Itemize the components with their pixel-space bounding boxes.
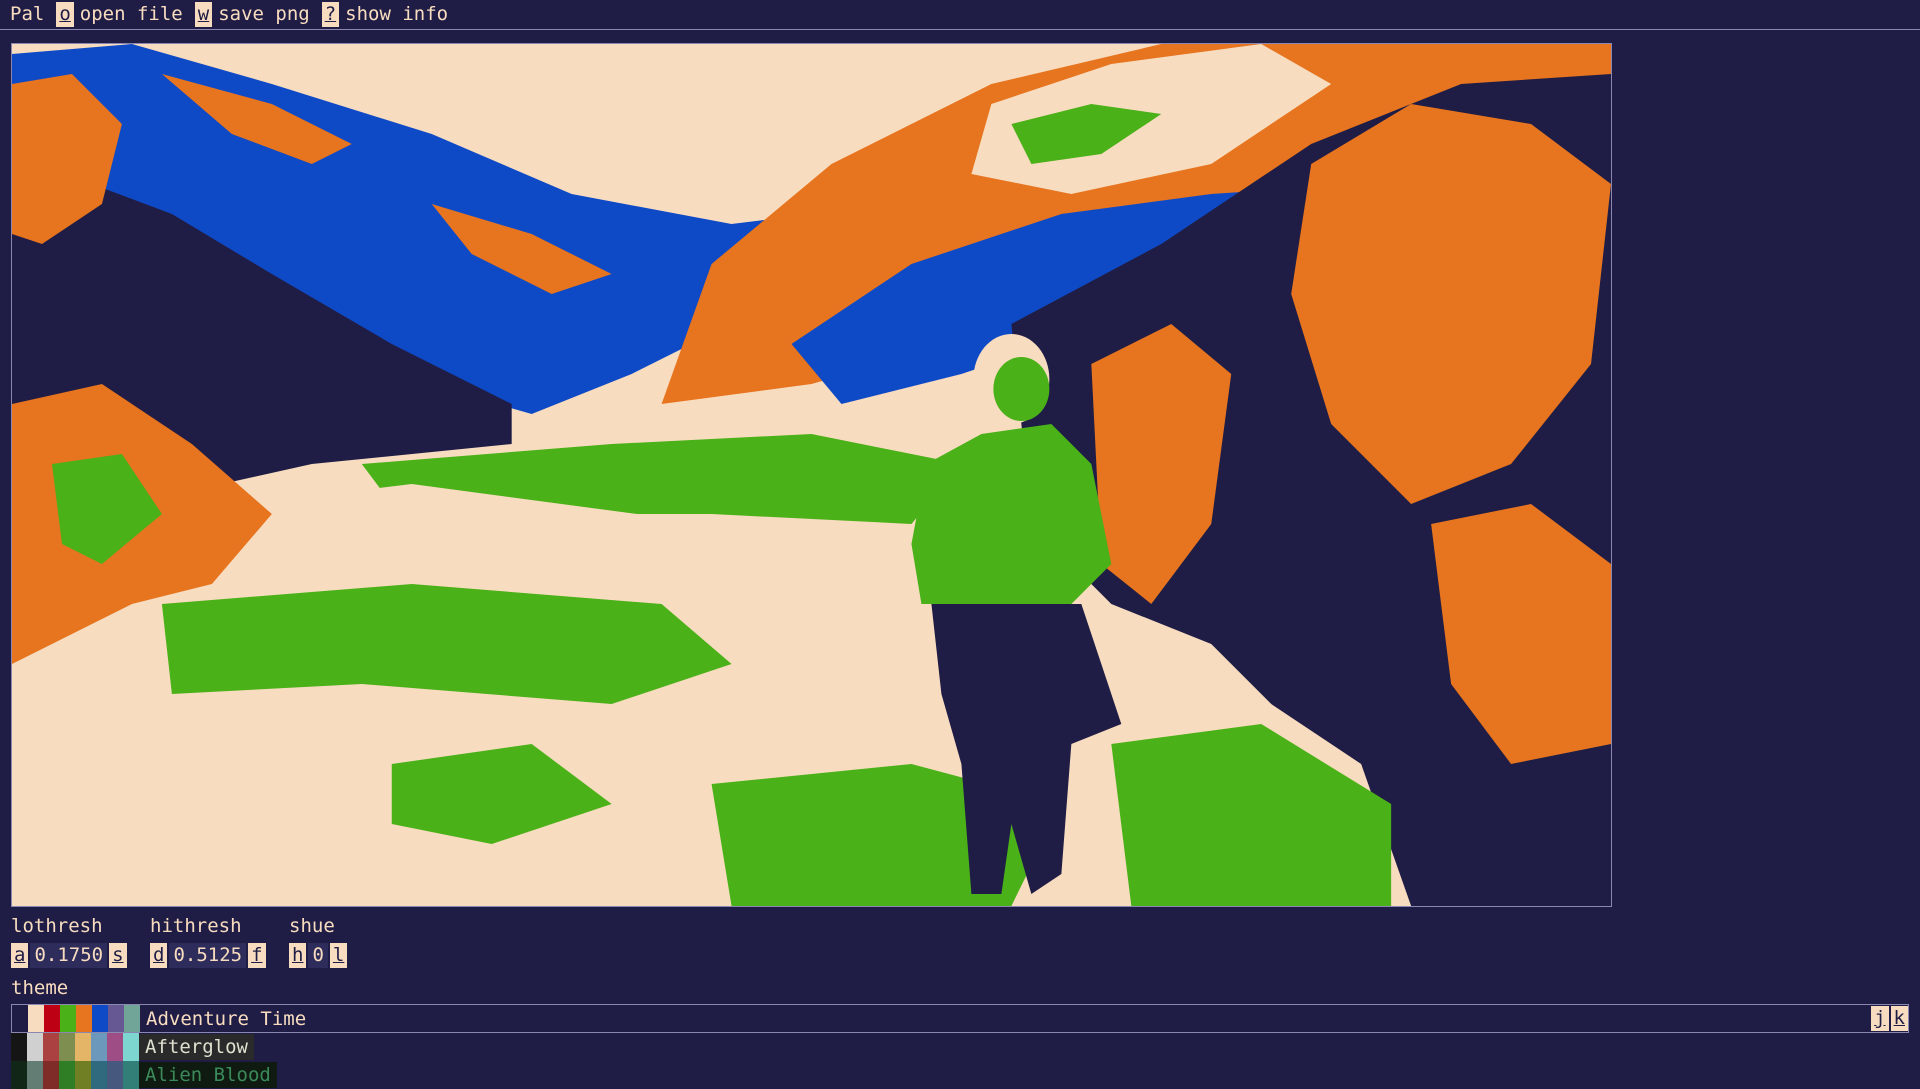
lothresh-value: 0.1750 xyxy=(30,942,108,968)
shue-increase-key[interactable]: l xyxy=(329,942,348,968)
color-swatch xyxy=(44,1005,60,1032)
show-info-key[interactable]: ? xyxy=(321,2,340,27)
shue-control: shue h 0 l xyxy=(289,914,349,970)
theme-name: Adventure Time xyxy=(146,1007,307,1030)
color-swatch xyxy=(59,1033,75,1061)
color-swatch xyxy=(43,1033,59,1061)
color-swatch xyxy=(27,1061,43,1089)
lothresh-increase-key[interactable]: s xyxy=(109,942,127,968)
theme-label: theme xyxy=(11,977,69,999)
color-swatch xyxy=(12,1005,28,1032)
color-swatch xyxy=(92,1005,108,1032)
theme-item-alien-blood[interactable]: Alien Blood xyxy=(11,1061,1909,1089)
color-swatch xyxy=(60,1005,76,1032)
open-file-key[interactable]: o xyxy=(56,2,74,27)
theme-swatches xyxy=(11,1061,139,1089)
hithresh-control: hithresh d 0.5125 f xyxy=(150,914,268,970)
color-swatch xyxy=(123,1061,139,1089)
shue-decrease-key[interactable]: h xyxy=(289,942,307,968)
color-swatch xyxy=(76,1005,92,1032)
lothresh-control: lothresh a 0.1750 s xyxy=(11,914,129,970)
hithresh-value: 0.5125 xyxy=(169,942,247,968)
shue-title: shue xyxy=(289,915,335,937)
theme-next-key[interactable]: k xyxy=(1890,1006,1908,1031)
hithresh-decrease-key[interactable]: d xyxy=(150,942,168,968)
lothresh-title: lothresh xyxy=(11,915,103,937)
color-swatch xyxy=(91,1033,107,1061)
lothresh-decrease-key[interactable]: a xyxy=(11,942,29,968)
theme-name: Afterglow xyxy=(139,1034,254,1060)
theme-list[interactable]: Adventure Time j k Afterglow Alien Blood xyxy=(11,1004,1909,1089)
color-swatch xyxy=(11,1061,27,1089)
color-swatch xyxy=(91,1061,107,1089)
posterized-landscape-image xyxy=(12,44,1611,906)
color-swatch xyxy=(124,1005,140,1032)
color-swatch xyxy=(123,1033,139,1061)
hithresh-title: hithresh xyxy=(150,915,242,937)
save-png-key[interactable]: w xyxy=(194,2,213,27)
theme-swatches xyxy=(12,1005,140,1032)
color-swatch xyxy=(108,1005,124,1032)
shue-value: 0 xyxy=(308,942,328,968)
color-swatch xyxy=(59,1061,75,1089)
color-swatch xyxy=(75,1033,91,1061)
theme-prev-key[interactable]: j xyxy=(1871,1006,1889,1031)
color-swatch xyxy=(28,1005,44,1032)
color-swatch xyxy=(75,1061,91,1089)
image-preview xyxy=(11,43,1612,907)
save-png-label[interactable]: save png xyxy=(218,0,310,29)
top-toolbar: Pal o open file w save png ? show info xyxy=(0,0,1920,30)
theme-item-afterglow[interactable]: Afterglow xyxy=(11,1033,1909,1061)
hithresh-increase-key[interactable]: f xyxy=(248,942,266,968)
app-name: Pal xyxy=(10,3,45,25)
theme-swatches xyxy=(11,1033,139,1061)
color-swatch xyxy=(11,1033,27,1061)
color-swatch xyxy=(27,1033,43,1061)
theme-name: Alien Blood xyxy=(139,1062,277,1088)
open-file-label[interactable]: open file xyxy=(80,0,183,29)
color-swatch xyxy=(107,1061,123,1089)
theme-item-adventure-time[interactable]: Adventure Time j k xyxy=(11,1004,1909,1033)
color-swatch xyxy=(107,1033,123,1061)
color-swatch xyxy=(43,1061,59,1089)
show-info-label[interactable]: show info xyxy=(345,0,448,29)
